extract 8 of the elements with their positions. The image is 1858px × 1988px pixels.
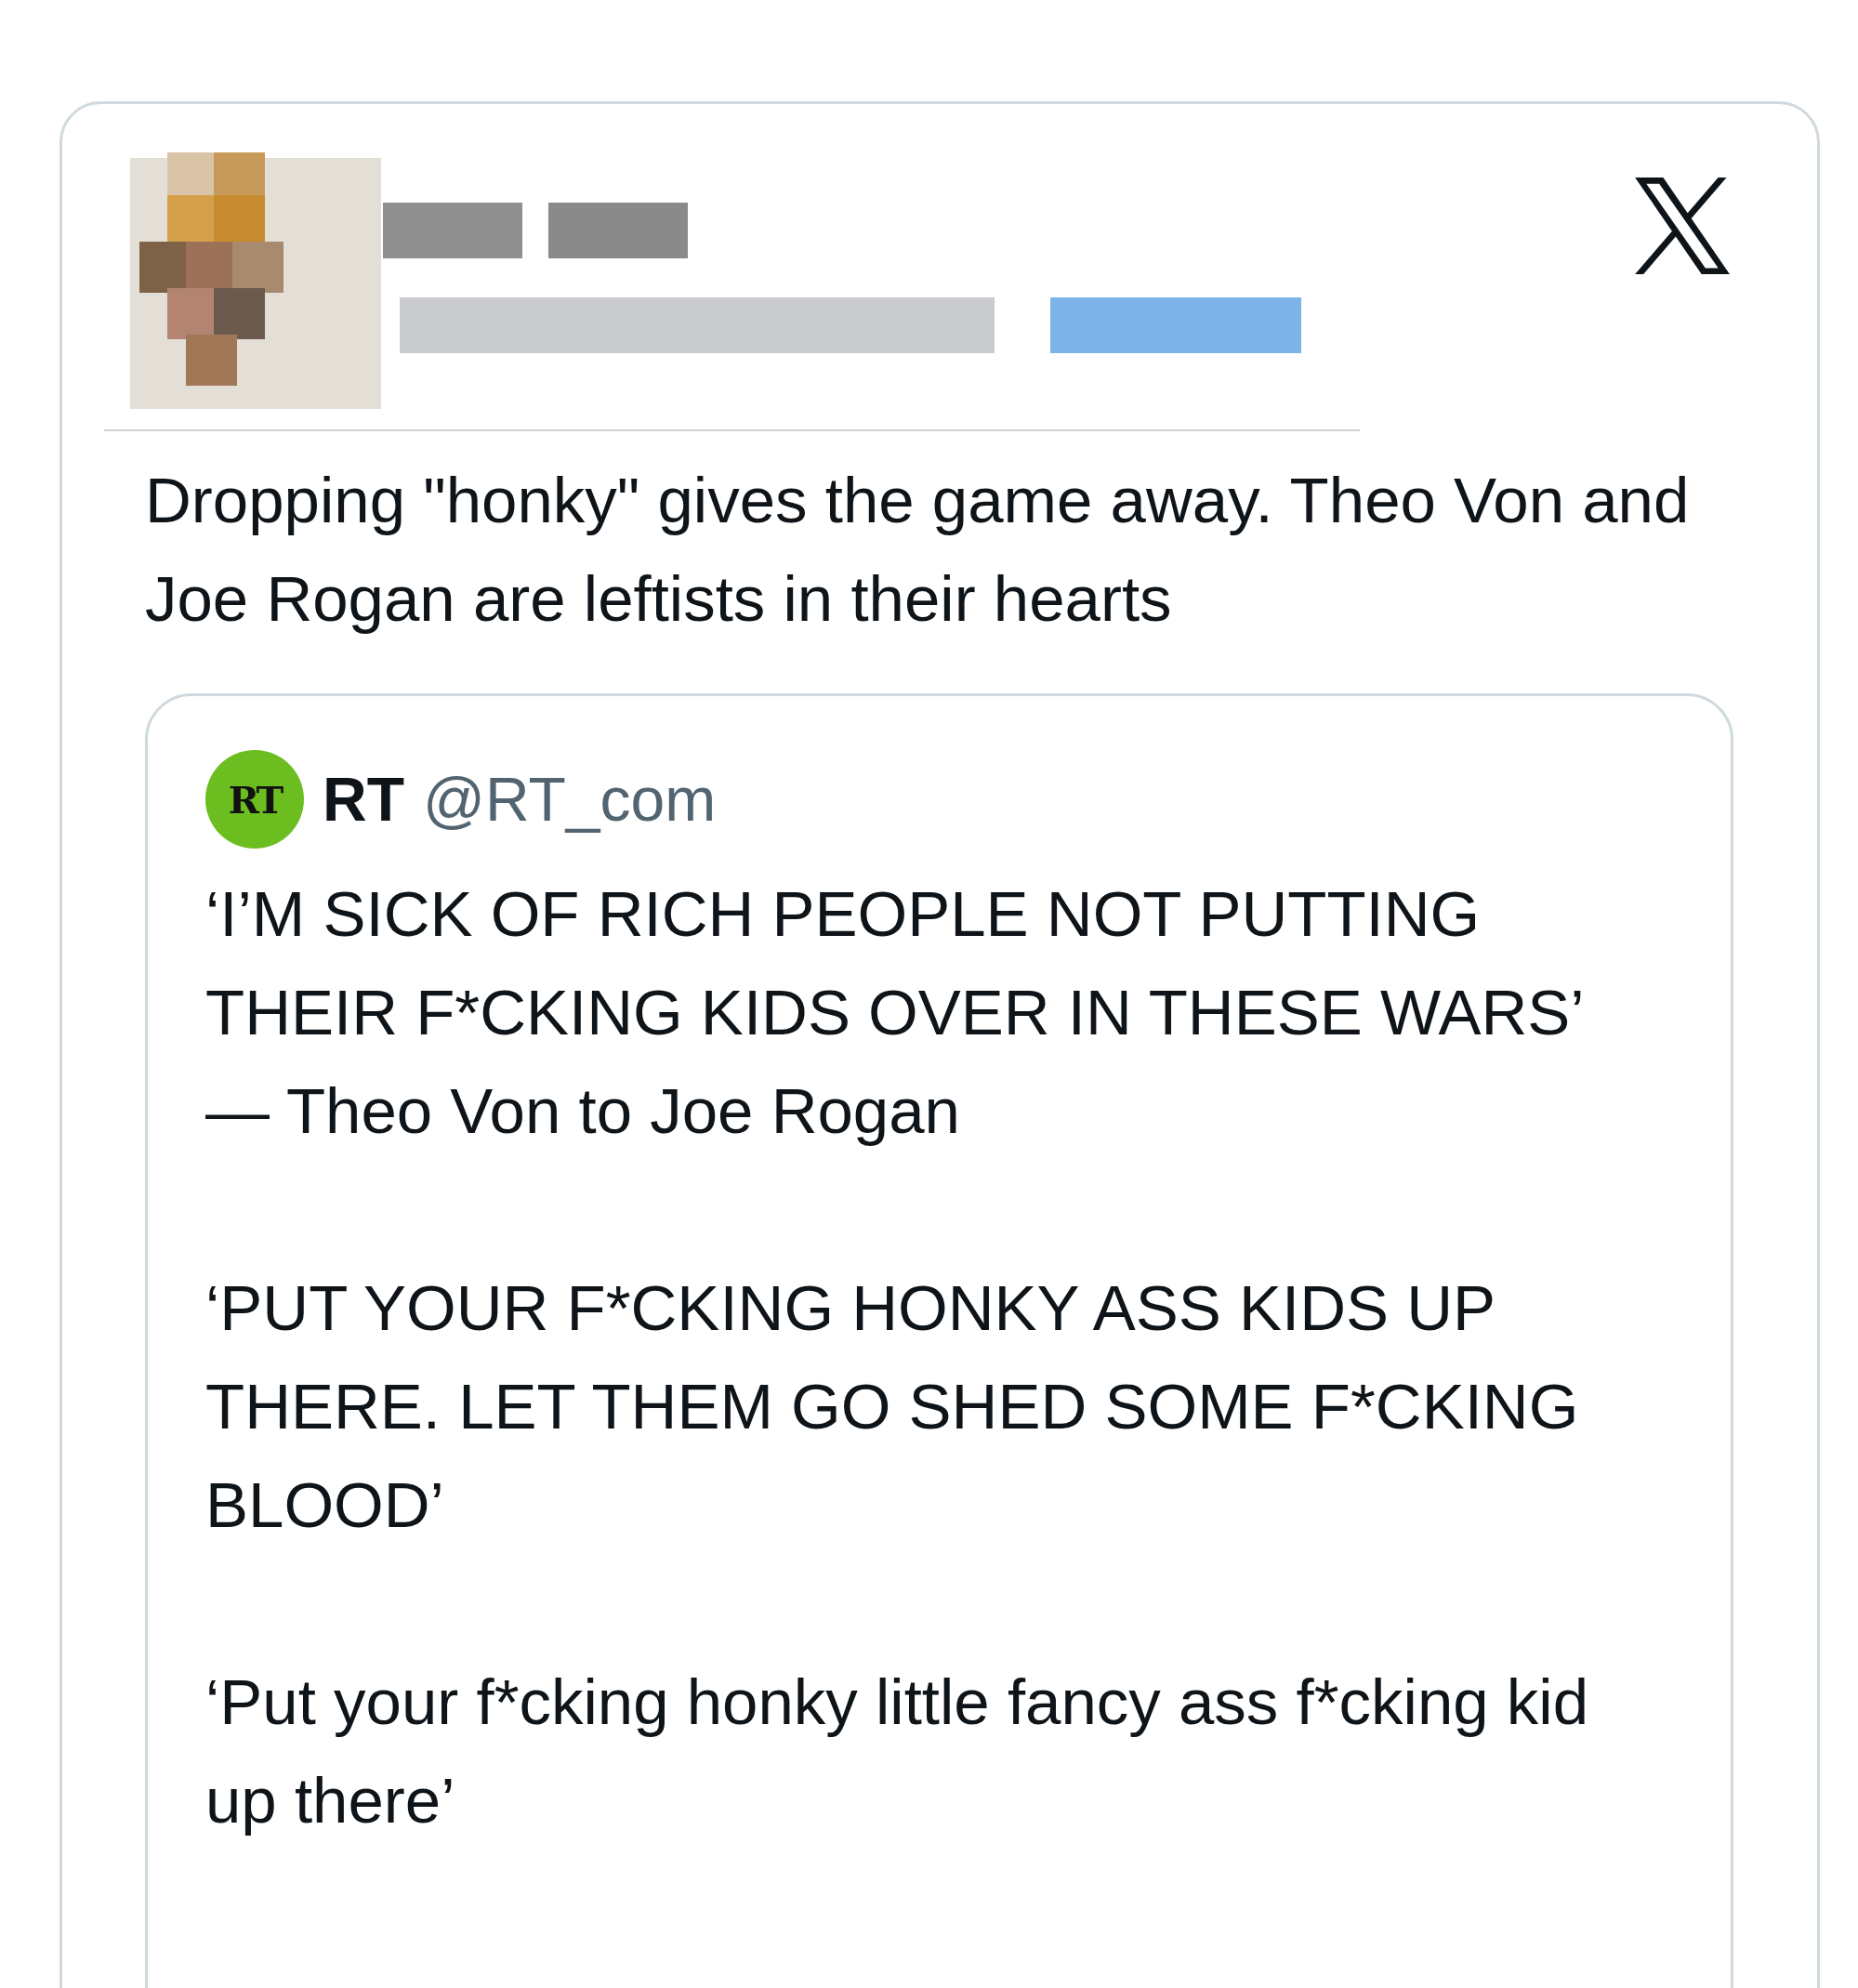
quoted-text: ‘I’M SICK OF RICH PEOPLE NOT PUTTING THEIR F*CKING KIDS OVER IN THESE WARS’ — Theo Von to Joe Rogan — [205, 877, 1584, 1149]
quoted-text: ‘PUT YOUR F*CKING HONKY ASS KIDS UP THERE. LET THEM GO SHED SOME F*CKING BLOOD’ — [205, 1271, 1580, 1543]
author-handle: @RT_com — [423, 764, 717, 835]
quoted-text: ‘Put your f*cking honky little fancy ass f*cking kid up there’ — [205, 1665, 1589, 1838]
avatar-logo: RT — [205, 750, 304, 849]
author-name: RT — [323, 764, 404, 835]
quoted-post-card[interactable] — [145, 693, 1733, 1988]
post-text: Dropping "honky" gives the game away. Theo Von and Joe Rogan are leftists in their hearts — [145, 464, 1691, 637]
